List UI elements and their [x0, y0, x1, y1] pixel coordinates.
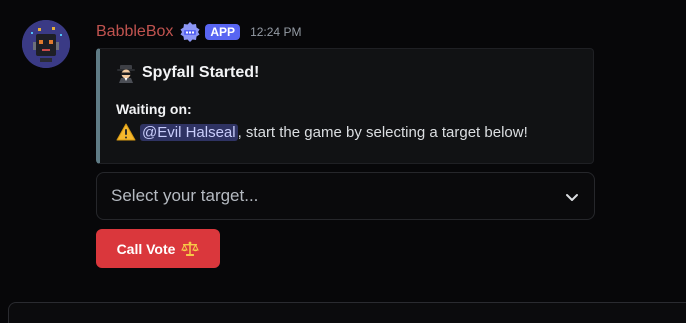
bot-avatar[interactable] — [22, 20, 70, 68]
call-vote-label: Call Vote — [116, 240, 176, 257]
target-select[interactable]: Select your target... — [96, 172, 595, 220]
bot-verified-icon — [179, 21, 201, 43]
embed-field-text: , start the game by selecting a target b… — [237, 123, 528, 141]
user-mention[interactable]: @Evil Halseal — [140, 123, 238, 141]
timestamp[interactable]: 12:24 PM — [250, 25, 301, 39]
select-placeholder: Select your target... — [111, 186, 259, 205]
chevron-down-icon — [564, 189, 580, 205]
app-tag: APP — [205, 24, 241, 40]
username[interactable]: BabbleBox — [96, 21, 173, 43]
embed-field-name: Waiting on: — [116, 101, 192, 117]
robot-avatar-icon — [22, 20, 70, 68]
warning-icon — [116, 123, 136, 141]
call-vote-button[interactable]: Call Vote — [96, 229, 220, 268]
embed-card: Spyfall Started! Waiting on: @Evil Halse… — [96, 48, 594, 164]
spy-icon — [116, 63, 136, 83]
message-composer-edge — [8, 302, 686, 323]
balance-scale-icon — [181, 241, 200, 257]
message-header: BabbleBox APP 12:24 PM — [96, 20, 301, 44]
embed-field-value: @Evil Halseal , start the game by select… — [116, 123, 528, 141]
chat-message: BabbleBox APP 12:24 PM Spyfall Started! … — [0, 0, 686, 323]
embed-title-text: Spyfall Started! — [142, 64, 260, 81]
embed-title: Spyfall Started! — [116, 63, 259, 83]
